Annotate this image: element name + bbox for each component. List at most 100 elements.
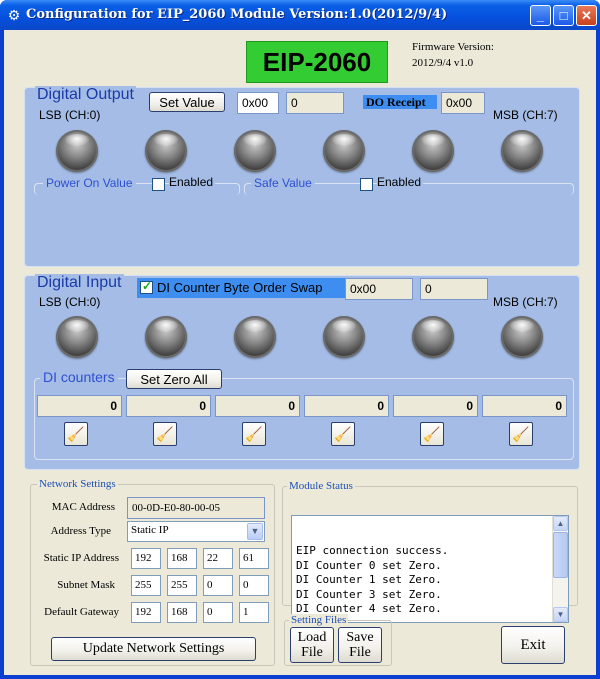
do-dec-value: 0 [286, 92, 344, 114]
subnet-mask-label: Subnet Mask [57, 579, 115, 591]
safe-value-group: Safe Value Enabled [244, 175, 574, 195]
di-counter-0: 0 [37, 395, 122, 417]
subnet-octet-1[interactable]: 255 [131, 575, 161, 596]
default-gateway-label: Default Gateway [44, 606, 119, 618]
gateway-octet-2[interactable]: 168 [167, 602, 197, 623]
power-on-group: Power On Value Enabled [34, 175, 240, 195]
set-zero-all-button[interactable]: Set Zero All [126, 369, 222, 389]
di-led-ch3 [323, 316, 365, 358]
address-type-select[interactable]: Static IP ▼ [127, 521, 265, 542]
do-led-ch2[interactable] [234, 130, 276, 172]
static-ip-octet-3[interactable]: 22 [203, 548, 233, 569]
exit-button[interactable]: Exit [501, 626, 565, 664]
do-lsb-label: LSB (CH:0) [39, 108, 101, 122]
load-file-label-2: File [301, 645, 323, 660]
address-type-label: Address Type [50, 525, 111, 537]
scroll-thumb[interactable] [553, 532, 568, 578]
save-file-label-2: File [349, 645, 371, 660]
firmware-value: 2012/9/4 v1.0 [412, 57, 474, 69]
subnet-octet-3[interactable]: 0 [203, 575, 233, 596]
power-on-enabled-label: Enabled [169, 175, 216, 189]
broom-icon: 🧹 [334, 426, 352, 442]
di-counter-5: 0 [482, 395, 567, 417]
power-on-label: Power On Value [43, 176, 136, 190]
safe-enabled-label: Enabled [377, 175, 424, 189]
subnet-octet-4[interactable]: 0 [239, 575, 269, 596]
title-bar[interactable]: ⚙ Configuration for EIP_2060 Module Vers… [0, 0, 600, 30]
minimize-button[interactable]: _ [530, 5, 551, 26]
di-counter-1: 0 [126, 395, 211, 417]
subnet-octet-2[interactable]: 255 [167, 575, 197, 596]
window-title: Configuration for EIP_2060 Module Versio… [26, 7, 448, 22]
broom-icon: 🧹 [156, 426, 174, 442]
power-on-enabled-checkbox[interactable] [152, 178, 165, 191]
broom-icon: 🧹 [512, 426, 530, 442]
setting-files-group: Setting Files Load File Save File [284, 614, 392, 666]
di-lsb-label: LSB (CH:0) [39, 295, 101, 309]
client-area: EIP-2060 Firmware Version: 2012/9/4 v1.0… [4, 30, 596, 675]
app-icon[interactable]: ⚙ [6, 6, 22, 24]
static-ip-octet-4[interactable]: 61 [239, 548, 269, 569]
status-scrollbar[interactable]: ▲ ▼ [552, 516, 568, 622]
do-led-ch4[interactable] [412, 130, 454, 172]
di-hex-value: 0x00 [345, 278, 413, 300]
set-value-button[interactable]: Set Value [149, 92, 225, 112]
static-ip-label: Static IP Address [43, 552, 119, 564]
network-settings-title: Network Settings [37, 478, 118, 490]
byte-order-swap-checkbox[interactable] [140, 279, 153, 294]
maximize-button[interactable]: □ [553, 5, 574, 26]
do-led-ch0[interactable] [56, 130, 98, 172]
digital-input-title: Digital Input [35, 274, 124, 292]
load-file-button[interactable]: Load File [290, 627, 334, 663]
address-type-value: Static IP [131, 524, 169, 536]
gateway-octet-4[interactable]: 1 [239, 602, 269, 623]
scroll-up-icon[interactable]: ▲ [553, 516, 568, 531]
status-line: DI Counter 0 set Zero. [296, 558, 442, 572]
save-file-button[interactable]: Save File [338, 627, 382, 663]
product-logo: EIP-2060 [246, 41, 388, 83]
module-status-log[interactable]: EIP connection success. DI Counter 0 set… [291, 515, 569, 623]
status-line: DI Counter 1 set Zero. [296, 573, 442, 586]
do-hex-input[interactable]: 0x00 [237, 92, 279, 114]
mac-address-label: MAC Address [51, 501, 115, 513]
di-led-ch4 [412, 316, 454, 358]
static-ip-octet-2[interactable]: 168 [167, 548, 197, 569]
chevron-down-icon[interactable]: ▼ [247, 523, 263, 540]
clear-counter-5-button[interactable]: 🧹 [509, 422, 533, 446]
safe-enabled-checkbox[interactable] [360, 178, 373, 191]
close-button[interactable]: ✕ [576, 5, 597, 26]
do-receipt-label: DO Receipt [363, 95, 437, 109]
broom-icon: 🧹 [245, 426, 263, 442]
clear-counter-1-button[interactable]: 🧹 [153, 422, 177, 446]
digital-output-title: Digital Output [35, 86, 136, 104]
di-counters-group: DI counters Set Zero All 0 0 0 0 0 0 🧹 🧹… [34, 369, 574, 460]
static-ip-octet-1[interactable]: 192 [131, 548, 161, 569]
gateway-octet-1[interactable]: 192 [131, 602, 161, 623]
do-led-ch3[interactable] [323, 130, 365, 172]
do-receipt-value: 0x00 [441, 92, 485, 114]
mac-address-value: 00-0D-E0-80-00-05 [127, 497, 265, 519]
clear-counter-2-button[interactable]: 🧹 [242, 422, 266, 446]
network-settings-group: Network Settings MAC Address 00-0D-E0-80… [30, 478, 275, 666]
di-led-ch0 [56, 316, 98, 358]
di-led-ch2 [234, 316, 276, 358]
clear-counter-4-button[interactable]: 🧹 [420, 422, 444, 446]
byte-order-swap-label: DI Counter Byte Order Swap [157, 280, 323, 295]
status-line: DI Counter 3 set Zero. [296, 587, 442, 601]
di-led-ch5 [501, 316, 543, 358]
do-led-ch5[interactable] [501, 130, 543, 172]
app-window: ⚙ Configuration for EIP_2060 Module Vers… [0, 0, 600, 679]
di-dec-value: 0 [420, 278, 488, 300]
scroll-down-icon[interactable]: ▼ [553, 607, 568, 622]
broom-icon: 🧹 [67, 426, 85, 442]
do-led-ch1[interactable] [145, 130, 187, 172]
broom-icon: 🧹 [423, 426, 441, 442]
byte-order-swap-option[interactable]: DI Counter Byte Order Swap [137, 278, 355, 298]
di-counter-3: 0 [304, 395, 389, 417]
update-network-settings-button[interactable]: Update Network Settings [51, 637, 256, 661]
clear-counter-3-button[interactable]: 🧹 [331, 422, 355, 446]
di-msb-label: MSB (CH:7) [493, 295, 558, 309]
do-msb-label: MSB (CH:7) [493, 108, 558, 122]
gateway-octet-3[interactable]: 0 [203, 602, 233, 623]
clear-counter-0-button[interactable]: 🧹 [64, 422, 88, 446]
